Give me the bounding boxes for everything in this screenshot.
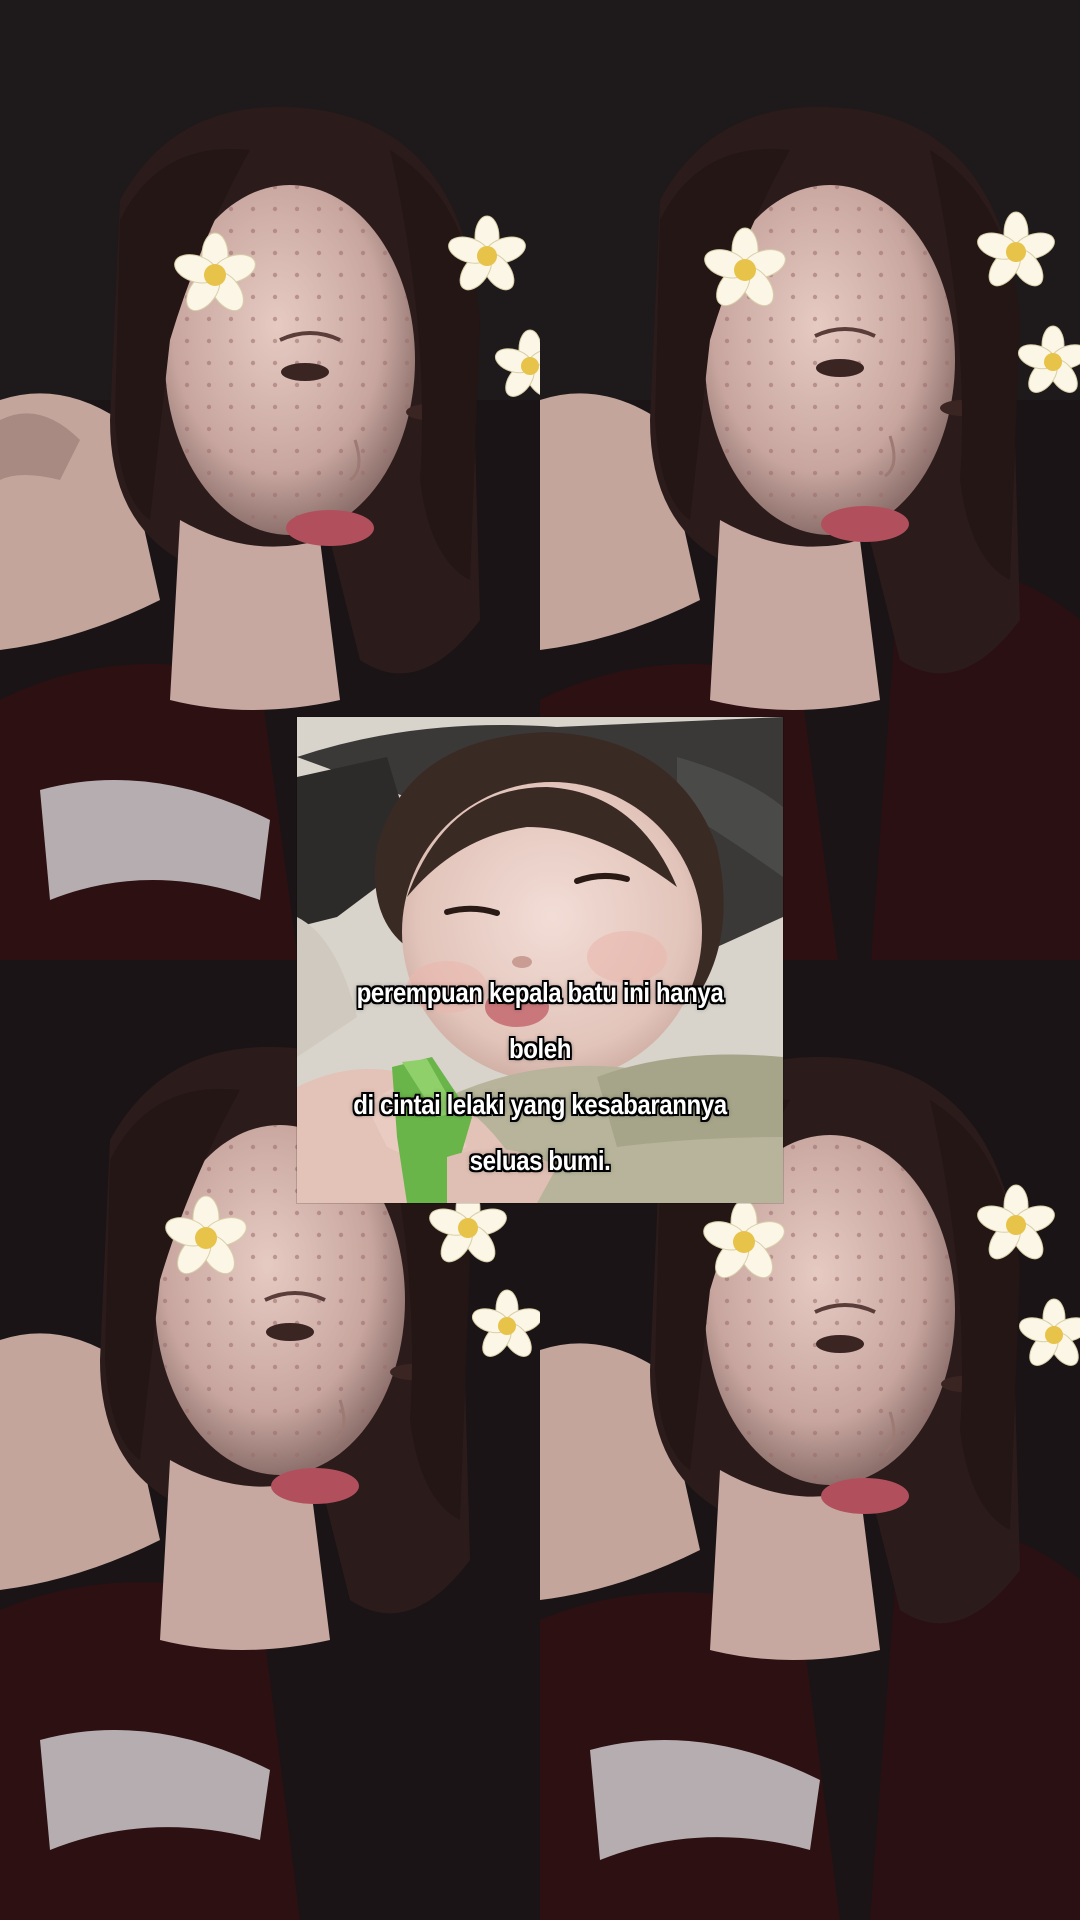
caption-line-1: perempuan kepala batu ini hanya boleh bbox=[356, 977, 724, 1064]
caption-line-2: di cintai lelaki yang kesabarannya bbox=[353, 1089, 727, 1120]
caption-text: perempuan kepala batu ini hanya boleh di… bbox=[331, 965, 749, 1189]
caption-line-3: seluas bumi. bbox=[469, 1145, 611, 1176]
collage: perempuan kepala batu ini hanya boleh di… bbox=[0, 0, 1080, 1920]
